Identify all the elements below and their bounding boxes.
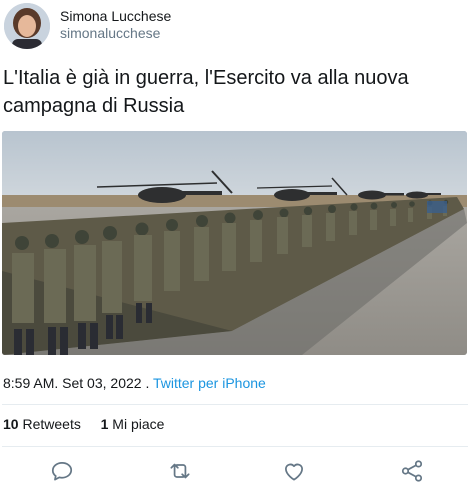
soldiers-photo bbox=[2, 131, 467, 355]
share-button[interactable] bbox=[399, 458, 425, 484]
divider bbox=[2, 446, 468, 447]
retweet-button[interactable] bbox=[167, 458, 193, 484]
divider bbox=[2, 404, 468, 405]
tweet-source-link[interactable]: Twitter per iPhone bbox=[153, 375, 266, 391]
tweet-stats: 10 Retweets 1 Mi piace bbox=[3, 416, 164, 432]
meta-separator: . bbox=[145, 375, 150, 391]
action-bar bbox=[0, 452, 473, 488]
user-handle[interactable]: simonalucchese bbox=[60, 25, 160, 41]
like-icon bbox=[285, 463, 303, 481]
tweet-time[interactable]: 8:59 AM. bbox=[3, 375, 58, 391]
retweets-count[interactable]: 10 bbox=[3, 416, 19, 432]
tweet-text: L'Italia è già in guerra, l'Esercito va … bbox=[3, 67, 409, 117]
reply-button[interactable] bbox=[49, 458, 75, 484]
reply-icon bbox=[51, 462, 73, 481]
share-icon bbox=[401, 460, 423, 482]
display-name[interactable]: Simona Lucchese bbox=[60, 8, 171, 24]
likes-label[interactable]: Mi piace bbox=[112, 416, 164, 432]
tweet-card: Simona Lucchese simonalucchese L'Italia … bbox=[0, 0, 473, 489]
retweets-label[interactable]: Retweets bbox=[22, 416, 80, 432]
tweet-meta: 8:59 AM. Set 03, 2022 . Twitter per iPho… bbox=[3, 375, 266, 391]
avatar-image bbox=[4, 3, 50, 49]
likes-count[interactable]: 1 bbox=[101, 416, 109, 432]
tweet-date[interactable]: Set 03, 2022 bbox=[62, 375, 141, 391]
retweet-icon bbox=[170, 463, 190, 479]
avatar[interactable] bbox=[4, 3, 50, 49]
like-button[interactable] bbox=[281, 458, 307, 484]
tweet-photo[interactable] bbox=[2, 131, 467, 355]
